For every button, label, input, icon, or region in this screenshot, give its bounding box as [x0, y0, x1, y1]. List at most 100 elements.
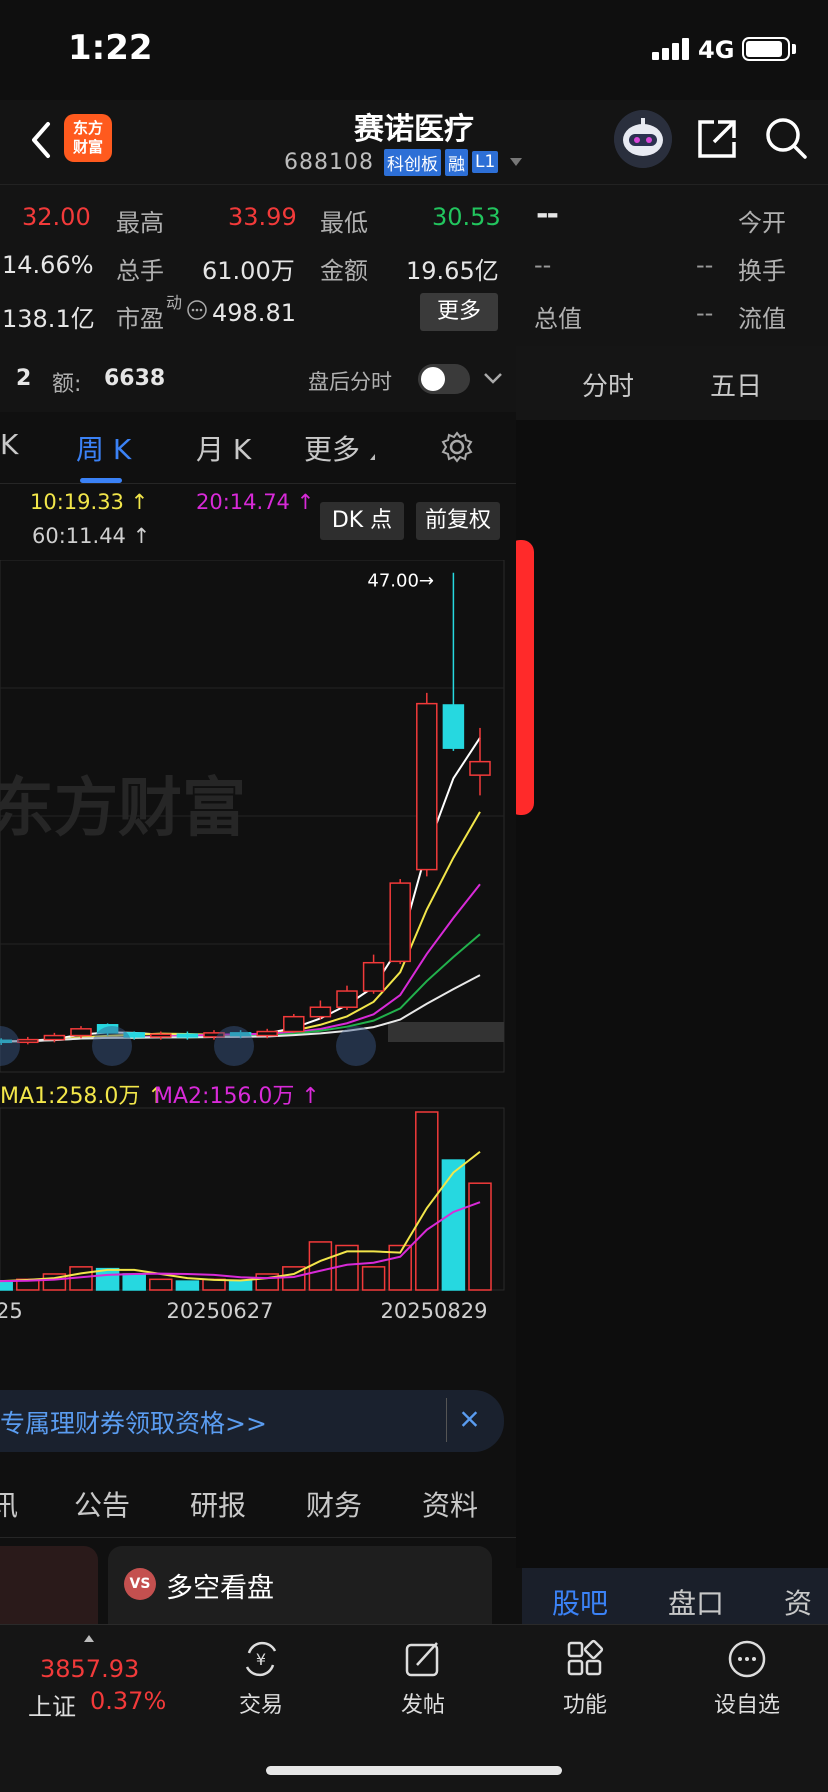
bull-bear-card[interactable]: VS 多空看盘: [108, 1546, 492, 1624]
tag-margin: 融: [444, 148, 468, 176]
turnrate-label: 换手: [738, 257, 786, 285]
signal-icon: [652, 38, 689, 60]
watermark-text: 东方财富: [0, 772, 246, 846]
price-value: 32.00: [22, 203, 91, 231]
expand-icon: [336, 1026, 376, 1066]
vs-icon: VS: [124, 1568, 156, 1600]
feature-card-partial[interactable]: [0, 1546, 98, 1624]
tab-more[interactable]: 更多: [304, 428, 360, 468]
nav-trade-label: 交易: [238, 1693, 283, 1718]
volume-bar: [122, 1273, 146, 1291]
svg-text:¥: ¥: [256, 1650, 266, 1669]
after-hours-toggle[interactable]: [418, 364, 470, 394]
quote-panel: 32.00 最高 33.99 最低 30.53 -- 今开 14.66% 总手 …: [0, 184, 828, 346]
x-tick-label: 25: [0, 1299, 23, 1323]
candle-body: [309, 1006, 332, 1018]
candle-body: [362, 961, 385, 992]
candle-body: [256, 1030, 278, 1037]
intraday-pane: 分时 五日: [516, 346, 828, 1568]
stock-code: 688108: [284, 149, 374, 175]
stock-header: 东方财富 赛诺医疗 688108 科创板 融 L1: [0, 100, 828, 184]
info-dots-icon[interactable]: [186, 299, 208, 321]
high-label: 最高: [116, 209, 164, 237]
index-value[interactable]: 3857.93: [40, 1655, 139, 1683]
candle-body: [176, 1033, 199, 1038]
stock-code-row[interactable]: 688108 科创板 融 L1: [284, 148, 523, 176]
tab-announcements[interactable]: 公告: [74, 1484, 130, 1524]
candle-body: [389, 882, 411, 963]
dk-point-button[interactable]: DK 点: [320, 502, 404, 540]
tab-intraday[interactable]: 分时: [582, 366, 634, 403]
volume-bar: [175, 1280, 200, 1291]
home-indicator: [266, 1766, 562, 1775]
open-label: 今开: [738, 209, 786, 237]
candle-body: [43, 1034, 66, 1041]
x-tick-label: 20250829: [381, 1299, 488, 1323]
prev-icon: [92, 1026, 132, 1066]
vol-ma2-label: MA2:156.0万 ↑: [154, 1084, 320, 1109]
close-icon[interactable]: [446, 1398, 490, 1442]
candle-body: [150, 1033, 172, 1038]
total-value-label: 总值: [534, 305, 582, 333]
more-circle-icon: [728, 1640, 766, 1678]
volume-bar: [361, 1266, 386, 1291]
tag-star-market: 科创板: [383, 148, 441, 176]
nav-functions-label: 功能: [562, 1693, 607, 1718]
intraday-tabs: 分时 五日: [516, 346, 828, 420]
ma20-label: 20:14.74 ↑: [196, 490, 315, 514]
ma10-label: 10:19.33 ↑: [30, 490, 149, 514]
candle-body: [70, 1028, 92, 1037]
candle-body: [442, 704, 465, 749]
tab-research[interactable]: 研报: [190, 1484, 246, 1524]
high-annotation: 47.00→: [367, 571, 434, 592]
adjust-price-button[interactable]: 前复权: [416, 502, 500, 540]
pe-sup: 动: [166, 293, 183, 312]
promo-banner[interactable]: 专属理财券领取资格>>: [0, 1390, 504, 1452]
edit-icon: [405, 1642, 439, 1677]
candle-body: [17, 1038, 39, 1044]
tab-profile[interactable]: 资料: [422, 1484, 478, 1524]
more-button[interactable]: 更多: [420, 293, 498, 331]
tab-five-day[interactable]: 五日: [710, 366, 762, 403]
robot-assistant-icon[interactable]: [614, 110, 672, 168]
high-value: 33.99: [228, 203, 297, 231]
next-icon: [214, 1026, 254, 1066]
chevron-down-icon[interactable]: [482, 370, 504, 386]
ma60-label: 60:11.44 ↑: [32, 524, 151, 548]
tab-pankou[interactable]: 盘口: [668, 1582, 724, 1622]
vol-number: 2: [16, 366, 32, 391]
amount-value: 19.65亿: [406, 257, 499, 285]
candle-body: [416, 702, 438, 871]
search-icon[interactable]: [764, 116, 808, 160]
price-band-marker: [388, 1022, 504, 1042]
tag-level: L1: [471, 151, 499, 173]
gear-icon[interactable]: [440, 430, 474, 464]
dash-3: --: [696, 299, 714, 327]
candle-body: [336, 990, 358, 1008]
dk-point-label: DK 点: [331, 508, 393, 533]
tab-finance[interactable]: 财务: [306, 1484, 362, 1524]
network-type: 4G: [698, 36, 735, 64]
volume-bar: [468, 1182, 492, 1291]
tab-day-partial[interactable]: K: [0, 428, 18, 461]
caret-down-icon[interactable]: [510, 158, 523, 166]
share-icon[interactable]: [696, 118, 738, 160]
community-tabs: 股吧 盘口 资讯: [522, 1568, 828, 1660]
info-tabs: 讯 公告 研报 财务 资料: [0, 1466, 516, 1538]
tab-info-partial[interactable]: 讯: [0, 1484, 18, 1524]
index-value-text: 3857.93: [40, 1655, 140, 1683]
trade-summary-row: 2 额: 6638 盘后分时: [0, 346, 516, 412]
float-value-label: 流值: [738, 305, 786, 333]
pe-value: 498.81: [212, 299, 296, 327]
amount-short-label: 额:: [52, 372, 82, 397]
status-time: 1:22: [68, 28, 153, 68]
candle-body: [283, 1015, 305, 1033]
tab-active-underline: [80, 478, 122, 483]
turnover-partial: 14.66%: [2, 251, 94, 279]
amount-short-value: 6638: [104, 366, 166, 391]
dash-2: --: [696, 251, 714, 279]
tab-month[interactable]: 月 K: [196, 428, 251, 468]
tab-week[interactable]: 周 K: [76, 428, 131, 468]
kline-chart[interactable]: 东方财富 47.00→ 25 20250627 20250829: [0, 560, 516, 1380]
tab-guba[interactable]: 股吧: [552, 1582, 608, 1622]
